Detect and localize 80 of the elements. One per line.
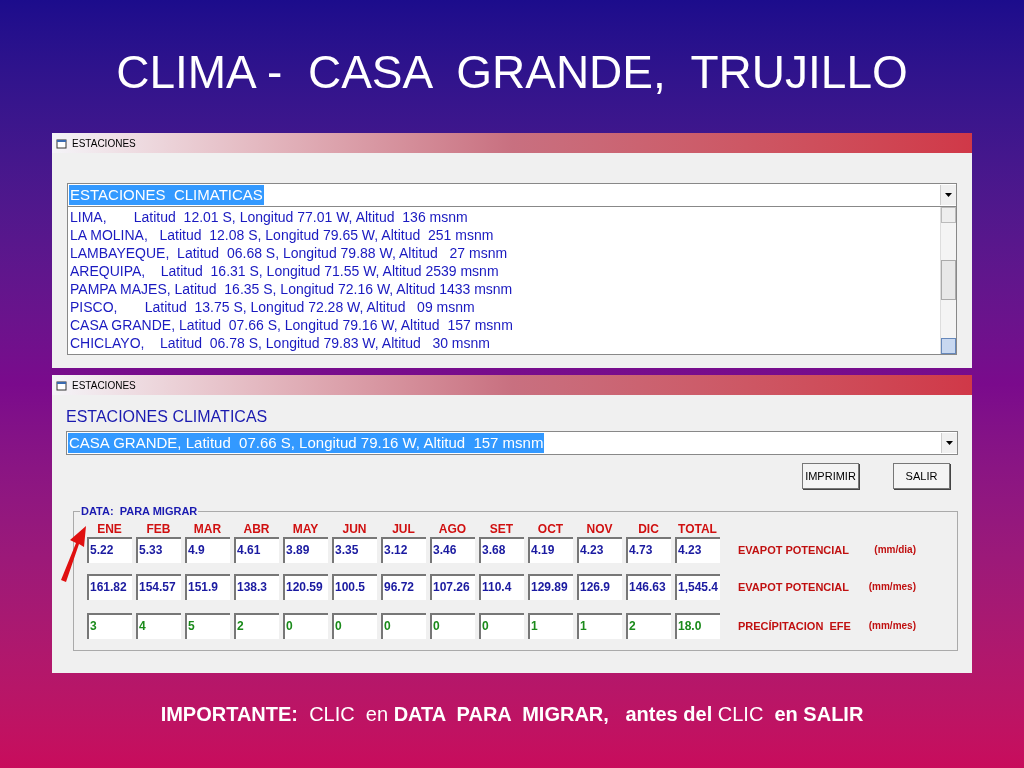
month-header: ABR (242, 522, 271, 536)
window-icon (56, 137, 68, 149)
row-label: EVAPOT POTENCIAL (738, 542, 850, 558)
value-field[interactable]: 0 (430, 613, 475, 639)
value-field[interactable]: 2 (626, 613, 671, 639)
field-label: ESTACIONES CLIMATICAS (66, 407, 269, 427)
station-item[interactable]: PAMPA MAJES, Latitud 16.35 S, Longitud 72.16 W, Altitud 1433 msnm (70, 280, 940, 298)
month-header: ENE (96, 522, 123, 536)
row-label: EVAPOT POTENCIAL (738, 579, 850, 595)
row-unit: (mm/dia) (874, 542, 916, 557)
window-icon (56, 379, 68, 391)
value-field[interactable]: 0 (479, 613, 524, 639)
row-unit: (mm/mes) (868, 618, 916, 633)
value-field[interactable]: 3.12 (381, 537, 426, 563)
value-field[interactable]: 100.5 (332, 574, 377, 600)
value-field[interactable]: 3.89 (283, 537, 328, 563)
month-header: JUL (391, 522, 416, 536)
group-legend[interactable]: DATA: PARA MIGRAR (80, 504, 199, 518)
month-header: OCT (536, 522, 565, 536)
value-field[interactable]: 4.23 (577, 537, 622, 563)
value-field[interactable]: 4.73 (626, 537, 671, 563)
action-button[interactable]: IMPRIMIR (802, 463, 859, 489)
slide-title: CLIMA - CASA GRANDE, TRUJILLO (115, 45, 909, 99)
value-field[interactable]: 1 (528, 613, 573, 639)
value-field[interactable]: 2 (234, 613, 279, 639)
value-field[interactable]: 1,545.4 (675, 574, 720, 600)
value-field[interactable]: 107.26 (430, 574, 475, 600)
value-field[interactable]: 146.63 (626, 574, 671, 600)
station-item[interactable]: AREQUIPA, Latitud 16.31 S, Longitud 71.55 W, Altitud 2539 msnm (70, 262, 940, 280)
month-header: MAY (291, 522, 320, 536)
dropdown-value: ESTACIONES CLIMATICAS (69, 185, 264, 205)
value-field[interactable]: 18.0 (675, 613, 720, 639)
value-field[interactable]: 3 (87, 613, 132, 639)
value-field[interactable]: 4 (136, 613, 181, 639)
value-field[interactable]: 4.19 (528, 537, 573, 563)
month-header: FEB (145, 522, 172, 536)
action-button[interactable]: SALIR (893, 463, 950, 489)
value-field[interactable]: 138.3 (234, 574, 279, 600)
station-item[interactable]: CASA GRANDE, Latitud 07.66 S, Longitud 79.16 W, Altitud 157 msnm (70, 316, 940, 334)
station-item[interactable]: LAMBAYEQUE, Latitud 06.68 S, Longitud 79.88 W, Altitud 27 msnm (70, 244, 940, 262)
row-label: PRECÍPITACION EFE (738, 618, 851, 634)
value-field[interactable]: 129.89 (528, 574, 573, 600)
value-field[interactable]: 5.22 (87, 537, 132, 563)
station-item[interactable]: CHICLAYO, Latitud 06.78 S, Longitud 79.83 W, Altitud 30 msnm (70, 334, 940, 352)
value-field[interactable]: 3.68 (479, 537, 524, 563)
month-header: NOV (585, 522, 614, 536)
value-field[interactable]: 0 (381, 613, 426, 639)
value-field[interactable]: 4.61 (234, 537, 279, 563)
value-field[interactable]: 0 (332, 613, 377, 639)
month-header: MAR (192, 522, 223, 536)
value-field[interactable]: 161.82 (87, 574, 132, 600)
value-field[interactable]: 1 (577, 613, 622, 639)
value-field[interactable]: 4.9 (185, 537, 230, 563)
value-field[interactable]: 120.59 (283, 574, 328, 600)
row-unit: (mm/mes) (868, 579, 916, 594)
month-header: JUN (341, 522, 368, 536)
window-title: ESTACIONES (72, 378, 136, 393)
value-field[interactable]: 3.46 (430, 537, 475, 563)
dropdown-value: CASA GRANDE, Latitud 07.66 S, Longitud 79.16 W, Altitud 157 msnm (68, 433, 545, 453)
value-field[interactable]: 5.33 (136, 537, 181, 563)
value-field[interactable]: 0 (283, 613, 328, 639)
value-field[interactable]: 151.9 (185, 574, 230, 600)
station-item[interactable]: PISCO, Latitud 13.75 S, Longitud 72.28 W, Altitud 09 msnm (70, 298, 940, 316)
value-field[interactable]: 110.4 (479, 574, 524, 600)
station-item[interactable]: LA MOLINA, Latitud 12.08 S, Longitud 79.65 W, Altitud 251 msnm (70, 226, 940, 244)
value-field[interactable]: 126.9 (577, 574, 622, 600)
window-title: ESTACIONES (72, 136, 136, 151)
pointer-arrow (58, 523, 88, 583)
month-header: DIC (637, 522, 660, 536)
value-field[interactable]: 3.35 (332, 537, 377, 563)
month-header: AGO (437, 522, 468, 536)
month-header: TOTAL (677, 522, 718, 536)
value-field[interactable]: 96.72 (381, 574, 426, 600)
value-field[interactable]: 4.23 (675, 537, 720, 563)
station-item[interactable]: LIMA, Latitud 12.01 S, Longitud 77.01 W, Altitud 136 msnm (70, 208, 940, 226)
value-field[interactable]: 154.57 (136, 574, 181, 600)
value-field[interactable]: 5 (185, 613, 230, 639)
scrollbar[interactable] (940, 207, 956, 354)
month-header: SET (488, 522, 515, 536)
footer-note: IMPORTANTE: CLIC en DATA PARA MIGRAR, antes del CLIC en SALIR (159, 702, 865, 727)
